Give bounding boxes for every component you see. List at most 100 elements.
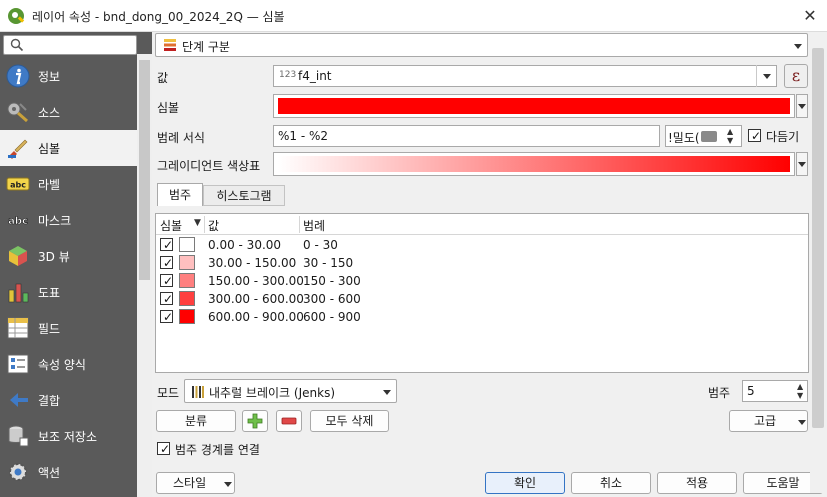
classes-count-spinbox[interactable]: 5 ▲ ▼ [742, 380, 808, 402]
sidebar-item-attributes-form[interactable]: 속성 양식 [0, 346, 137, 382]
sidebar-item-label: 보조 저장소 [38, 430, 98, 444]
table-row[interactable]: ✓ 0.00 - 30.00 0 - 30 [156, 236, 808, 254]
checkmark-icon: ✓ [751, 129, 762, 143]
sidebar-item-auxiliary-storage[interactable]: 보조 저장소 [0, 418, 137, 454]
chevron-down-icon [763, 74, 771, 79]
style-button[interactable]: 스타일 [156, 472, 235, 494]
column-header-legend[interactable]: 범례 [303, 217, 325, 234]
sidebar-item-label: 심볼 [38, 142, 61, 156]
class-visibility-checkbox[interactable]: ✓ [160, 292, 173, 306]
info-icon [6, 64, 30, 88]
link-boundaries-label: 범주 경계를 연결 [175, 443, 260, 457]
delete-class-button[interactable] [276, 410, 302, 432]
style-button-label: 스타일 [173, 476, 207, 490]
class-visibility-checkbox[interactable]: ✓ [160, 256, 173, 270]
add-class-button[interactable] [242, 410, 268, 432]
sort-desc-icon: ▼ [194, 218, 201, 228]
table-row[interactable]: ✓ 150.00 - 300.00 150 - 300 [156, 272, 808, 290]
column-header-symbol[interactable]: 심볼 [160, 217, 182, 234]
checkmark-icon: ✓ [160, 442, 171, 456]
class-visibility-checkbox[interactable]: ✓ [160, 274, 173, 288]
spin-arrows-icon[interactable]: ▲ ▼ [797, 382, 803, 400]
close-button[interactable]: ✕ [798, 4, 822, 28]
advanced-button[interactable]: 고급 [729, 410, 808, 432]
table-row[interactable]: ✓ 30.00 - 150.00 30 - 150 [156, 254, 808, 272]
precision-text: !밀도( [668, 131, 700, 145]
precision-spinbox[interactable]: !밀도( ▲ ▼ [665, 125, 742, 147]
class-symbol-swatch[interactable] [179, 237, 195, 252]
symbol-button[interactable] [273, 94, 795, 118]
sidebar-item-actions[interactable]: 액션 [0, 454, 137, 490]
color-ramp-dropdown[interactable] [796, 152, 808, 176]
sidebar-item-label: 라벨 [38, 178, 61, 192]
column-divider [299, 216, 300, 233]
apply-button[interactable]: 적용 [657, 472, 737, 494]
integer-type-badge: 123 [279, 70, 297, 80]
legend-format-input[interactable]: %1 - %2 [273, 125, 660, 147]
symbol-dropdown[interactable] [796, 94, 808, 118]
sidebar-item-diagrams[interactable]: 도표 [0, 274, 137, 310]
trim-checkbox[interactable]: ✓ [748, 129, 762, 143]
legend-format-text: %1 - %2 [278, 129, 329, 143]
class-value[interactable]: 600.00 - 900.00 [208, 310, 304, 324]
class-symbol-swatch[interactable] [179, 291, 195, 306]
value-field-dropdown[interactable] [756, 65, 777, 87]
class-legend[interactable]: 300 - 600 [303, 292, 361, 306]
table-row[interactable]: ✓ 600.00 - 900.00 600 - 900 [156, 308, 808, 326]
cancel-button[interactable]: 취소 [571, 472, 651, 494]
sidebar-item-symbology[interactable]: 심볼 [0, 130, 137, 166]
link-boundaries-checkbox[interactable]: ✓ [157, 442, 171, 456]
tab-histogram[interactable]: 히스토그램 [203, 185, 285, 206]
class-symbol-swatch[interactable] [179, 309, 195, 324]
symbol-label: 심볼 [157, 101, 180, 115]
title-bar: 레이어 속성 - bnd_dong_00_2024_2Q — 심볼 ✕ [0, 0, 827, 32]
sidebar-item-fields[interactable]: 필드 [0, 310, 137, 346]
search-icon [10, 38, 24, 52]
sidebar-item-3d-view[interactable]: 3D 뷰 [0, 238, 137, 274]
class-legend[interactable]: 150 - 300 [303, 274, 361, 288]
class-legend[interactable]: 0 - 30 [303, 238, 338, 252]
panel-scrollbar-thumb[interactable] [812, 48, 824, 428]
class-visibility-checkbox[interactable]: ✓ [160, 310, 174, 324]
sidebar: 정보 소스 심볼 abc 라벨 abc 마스크 3D 뷰 도표 필드 속성 양식… [0, 32, 152, 497]
sidebar-search-input[interactable] [3, 35, 137, 55]
checkmark-icon: ✓ [163, 238, 174, 252]
delete-all-button[interactable]: 모두 삭제 [310, 410, 389, 432]
class-visibility-checkbox[interactable]: ✓ [160, 238, 174, 252]
sidebar-scrollbar-thumb[interactable] [139, 60, 150, 280]
spin-arrows-icon[interactable]: ▲ ▼ [727, 127, 733, 145]
sidebar-item-labels[interactable]: abc 라벨 [0, 166, 137, 202]
classify-button[interactable]: 분류 [156, 410, 236, 432]
column-header-values[interactable]: 값 [208, 217, 219, 234]
sidebar-item-joins[interactable]: 결합 [0, 382, 137, 418]
class-value[interactable]: 150.00 - 300.00 [208, 274, 304, 288]
class-symbol-swatch[interactable] [179, 273, 195, 288]
table-row[interactable]: ✓ 300.00 - 600.00 300 - 600 [156, 290, 808, 308]
checkmark-icon: ✓ [163, 310, 174, 324]
renderer-type-dropdown[interactable]: 단계 구분 [155, 33, 808, 57]
ok-button[interactable]: 확인 [485, 472, 565, 494]
plus-icon [247, 413, 263, 429]
expression-button[interactable]: ε [784, 64, 808, 88]
class-symbol-swatch[interactable] [179, 255, 195, 270]
mode-dropdown[interactable]: 내추럴 브레이크 (Jenks) [184, 379, 397, 403]
sidebar-item-label: 속성 양식 [38, 358, 86, 372]
class-legend[interactable]: 30 - 150 [303, 256, 353, 270]
class-value[interactable]: 30.00 - 150.00 [208, 256, 296, 270]
classes-table: 심볼 ▼ 값 범례 ✓ 0.00 - 30.00 0 - 30 ✓ 30.00 - 15… [155, 213, 809, 373]
value-field[interactable]: 123 f4_int [273, 65, 777, 87]
sidebar-item-masks[interactable]: abc 마스크 [0, 202, 137, 238]
color-ramp-label: 그레이디언트 색상표 [157, 159, 261, 173]
class-value[interactable]: 300.00 - 600.00 [208, 292, 304, 306]
sidebar-item-information[interactable]: 정보 [0, 58, 137, 94]
tab-classes[interactable]: 범주 [157, 183, 203, 206]
mask-abc-icon: abc [8, 216, 29, 228]
source-icon [7, 102, 28, 123]
sidebar-item-source[interactable]: 소스 [0, 94, 137, 130]
graduated-renderer-icon [164, 39, 176, 51]
sidebar-item-label: 소스 [38, 106, 61, 120]
class-legend[interactable]: 600 - 900 [303, 310, 361, 324]
color-ramp-button[interactable] [273, 152, 795, 176]
class-value[interactable]: 0.00 - 30.00 [208, 238, 281, 252]
clear-icon[interactable] [701, 131, 717, 142]
